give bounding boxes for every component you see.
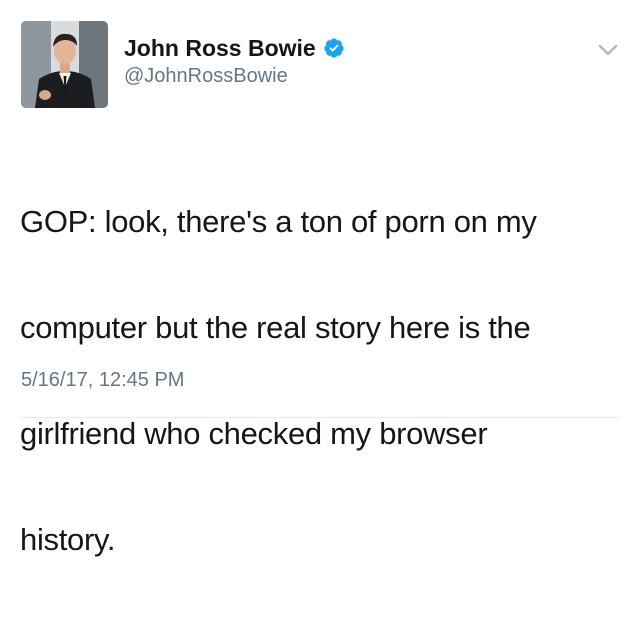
tweet-timestamp[interactable]: 5/16/17, 12:45 PM xyxy=(21,369,184,392)
avatar[interactable] xyxy=(21,21,108,108)
author-name-row[interactable]: John Ross Bowie xyxy=(124,33,345,63)
verified-badge-icon xyxy=(323,37,345,59)
tweet-text-line: computer but the real story here is the xyxy=(20,310,531,345)
tweet-text-line: GOP: look, there's a ton of porn on my xyxy=(20,204,537,239)
display-name[interactable]: John Ross Bowie xyxy=(124,35,316,62)
tweet-text-line: history. xyxy=(20,522,116,557)
chevron-down-icon[interactable] xyxy=(596,40,620,60)
avatar-photo-icon xyxy=(21,21,108,108)
tweet-card: John Ross Bowie @JohnRossBowie GOP: look… xyxy=(0,0,640,557)
author-handle[interactable]: @JohnRossBowie xyxy=(124,65,288,88)
tweet-text-line: girlfriend who checked my browser xyxy=(20,416,488,451)
divider xyxy=(20,417,620,418)
